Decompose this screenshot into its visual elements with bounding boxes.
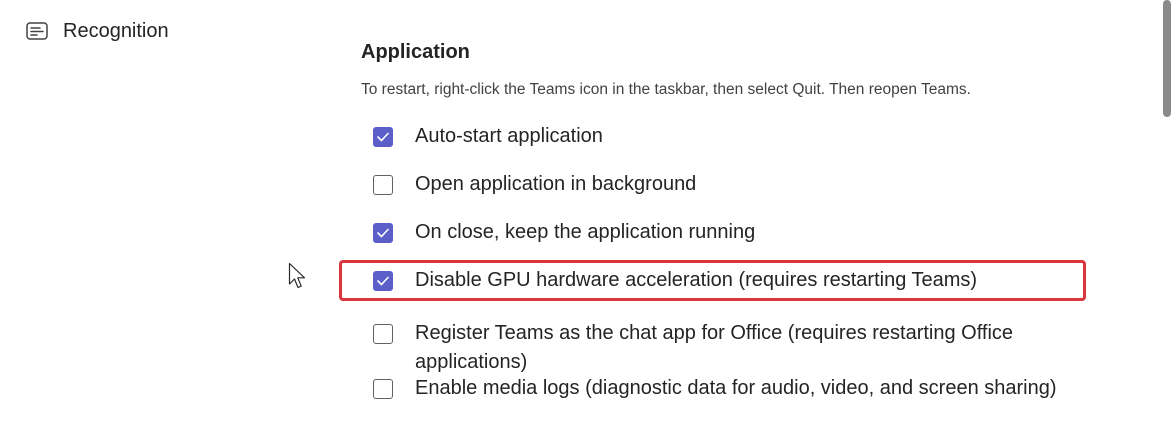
checkbox-open-in-background[interactable] <box>373 175 393 195</box>
option-open-in-background[interactable]: Open application in background <box>373 173 696 199</box>
option-label: Auto-start application <box>415 125 603 147</box>
section-description: To restart, right-click the Teams icon i… <box>361 81 971 98</box>
caption-icon <box>26 22 48 40</box>
mouse-cursor-icon <box>288 262 308 295</box>
option-label: Open application in background <box>415 173 697 195</box>
checkbox-register-chat-app[interactable] <box>373 324 393 344</box>
highlight-box <box>339 260 1086 301</box>
option-keep-running[interactable]: On close, keep the application running <box>373 221 755 247</box>
option-label: On close, keep the application running <box>415 221 756 243</box>
option-register-chat-app[interactable]: Register Teams as the chat app for Offic… <box>373 322 1075 377</box>
option-label: Register Teams as the chat app for Offic… <box>415 322 1014 373</box>
sidebar-item-label: Recognition <box>63 19 169 42</box>
scrollbar-thumb[interactable] <box>1163 0 1171 117</box>
checkmark-icon <box>377 132 389 142</box>
option-auto-start[interactable]: Auto-start application <box>373 125 603 151</box>
checkbox-media-logs[interactable] <box>373 379 393 399</box>
checkbox-auto-start[interactable] <box>373 127 393 147</box>
section-title: Application <box>361 41 470 63</box>
option-media-logs[interactable]: Enable media logs (diagnostic data for a… <box>373 377 1057 403</box>
sidebar-item-recognition[interactable]: Recognition <box>26 17 169 45</box>
checkmark-icon <box>377 228 389 238</box>
checkbox-keep-running[interactable] <box>373 223 393 243</box>
option-label: Enable media logs (diagnostic data for a… <box>415 377 1057 399</box>
